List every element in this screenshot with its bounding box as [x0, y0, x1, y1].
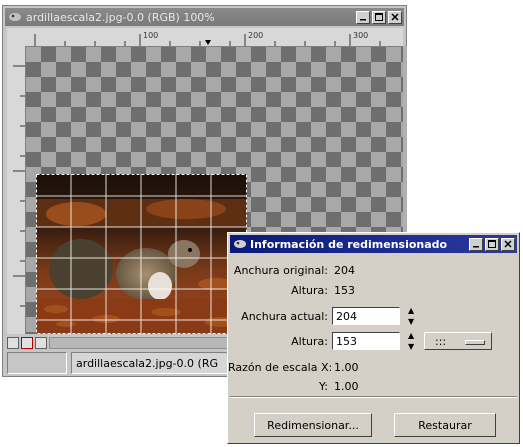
current-width-field[interactable]: 204 [332, 307, 400, 325]
current-height-label: Altura: [291, 334, 328, 348]
navigate-icon[interactable] [7, 337, 19, 349]
maximize-icon [375, 13, 383, 21]
spin-down-icon[interactable]: ▼ [408, 317, 418, 326]
minimize-icon [473, 246, 479, 248]
maximize-button[interactable] [372, 10, 386, 24]
height-spinner[interactable]: ▲ ▼ [408, 331, 418, 351]
window-icon [234, 240, 246, 248]
resize-info-dialog: Información de redimensionado Anchura or… [227, 232, 520, 444]
horizontal-ruler[interactable]: 100 200 300 [25, 28, 403, 47]
dialog-separator [230, 396, 517, 398]
original-width-value: 204 [334, 263, 355, 277]
unit-select-value: ::: [435, 334, 447, 348]
spin-up-icon[interactable]: ▲ [408, 331, 418, 340]
minimize-button[interactable] [356, 10, 370, 24]
vertical-ruler[interactable] [7, 46, 26, 334]
unit-select[interactable]: ::: [424, 332, 492, 350]
dialog-title: Información de redimensionado [250, 237, 448, 251]
zoom-icon[interactable] [35, 337, 47, 349]
current-height-field[interactable]: 153 [332, 332, 400, 350]
dropdown-indicator-icon [465, 340, 485, 345]
current-height-row: Altura: 153 ▲ ▼ ::: [228, 331, 492, 351]
ruler-label-300: 300 [353, 31, 368, 40]
original-height-row: Altura: 153 [228, 280, 355, 300]
maximize-icon [488, 240, 496, 248]
scale-x-row: Razón de escala X: 1.00 [228, 357, 359, 377]
scale-y-label: Y: [319, 379, 328, 393]
ruler-corner[interactable] [7, 28, 25, 46]
dialog-titlebar[interactable]: Información de redimensionado [230, 235, 517, 253]
window-icon [9, 13, 21, 21]
image-window-title: ardillaescala2.jpg-0.0 (RGB) 100% [26, 10, 215, 24]
spin-down-icon[interactable]: ▼ [408, 342, 418, 351]
resize-button[interactable]: Redimensionar... [254, 413, 372, 437]
original-width-label: Anchura original: [233, 263, 328, 277]
ruler-label-200: 200 [248, 31, 263, 40]
original-height-value: 153 [334, 283, 355, 297]
dialog-maximize-button[interactable] [485, 237, 499, 251]
original-width-row: Anchura original: 204 [228, 260, 355, 280]
image-window-titlebar[interactable]: ardillaescala2.jpg-0.0 (RGB) 100% [5, 8, 404, 26]
original-height-label: Altura: [291, 283, 328, 297]
quickmask-icon[interactable] [21, 337, 33, 349]
close-button[interactable] [388, 10, 402, 24]
dialog-close-button[interactable] [501, 237, 515, 251]
status-coordinates [7, 352, 67, 374]
scale-y-value: 1.00 [334, 379, 359, 393]
ruler-pointer [205, 40, 211, 45]
close-icon [504, 240, 512, 248]
current-width-label: Anchura actual: [241, 309, 328, 323]
ruler-label-100: 100 [143, 31, 158, 40]
scale-x-label: Razón de escala X: [228, 360, 333, 374]
scale-x-value: 1.00 [334, 360, 359, 374]
width-spinner[interactable]: ▲ ▼ [408, 306, 418, 326]
scale-y-row: Y: 1.00 [228, 376, 359, 396]
dialog-minimize-button[interactable] [469, 237, 483, 251]
current-width-row: Anchura actual: 204 ▲ ▼ [228, 306, 418, 326]
spin-up-icon[interactable]: ▲ [408, 306, 418, 315]
minimize-icon [360, 19, 366, 21]
close-icon [391, 13, 399, 21]
squirrel-photo[interactable] [36, 174, 247, 334]
reset-button[interactable]: Restaurar [394, 413, 496, 437]
